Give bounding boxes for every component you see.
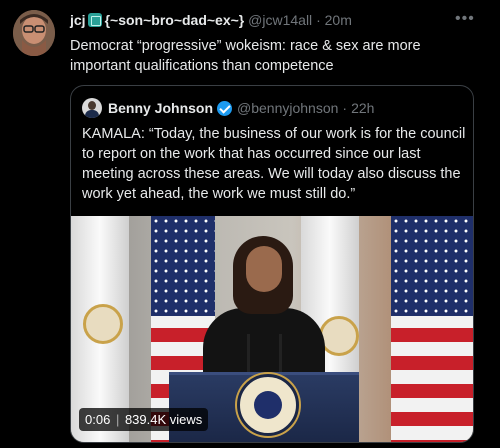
flag-seal-left: [83, 304, 123, 344]
author-handle[interactable]: @jcw14all: [248, 12, 312, 28]
quoted-tweet[interactable]: Benny Johnson @bennyjohnson · 22h KAMALA…: [70, 85, 474, 443]
more-icon[interactable]: •••: [455, 10, 475, 28]
quoted-avatar[interactable]: [82, 98, 102, 118]
tweet[interactable]: jcj {~son~bro~dad~ex~} @jcw14all · 20m ••…: [0, 0, 500, 448]
quoted-separator: ·: [342, 100, 348, 116]
verified-icon: [217, 100, 233, 116]
speaker-face: [246, 246, 282, 292]
podium-seal: [237, 374, 299, 436]
microphone-right: [279, 334, 282, 374]
video-badge-divider: |: [115, 412, 120, 427]
video-info-badge: 0:06 | 839.4K views: [79, 408, 209, 431]
flag-seal-right: [319, 316, 359, 356]
quoted-header: Benny Johnson @bennyjohnson · 22h: [82, 98, 374, 118]
quoted-text: KAMALA: “Today, the business of our work…: [82, 126, 466, 202]
tweet-text: Democrat “progressive” wokeism: race & s…: [70, 38, 421, 74]
quoted-author-name[interactable]: Benny Johnson: [108, 100, 213, 116]
quoted-handle[interactable]: @bennyjohnson: [237, 100, 338, 116]
tweet-time[interactable]: 20m: [325, 12, 352, 28]
us-flag-right: [391, 216, 473, 442]
video-player[interactable]: 0:06 | 839.4K views: [71, 216, 473, 442]
quoted-time[interactable]: 22h: [351, 100, 374, 116]
video-duration: 0:06: [85, 412, 111, 427]
author-name[interactable]: jcj: [70, 12, 86, 28]
header-separator: ·: [316, 12, 321, 28]
microphone-left: [247, 334, 250, 374]
emoji-icon: [87, 13, 102, 27]
tweet-header: jcj {~son~bro~dad~ex~} @jcw14all · 20m: [70, 12, 352, 28]
author-avatar[interactable]: [13, 10, 55, 56]
author-name-suffix[interactable]: {~son~bro~dad~ex~}: [105, 12, 245, 28]
video-views: 839.4K views: [124, 412, 203, 427]
